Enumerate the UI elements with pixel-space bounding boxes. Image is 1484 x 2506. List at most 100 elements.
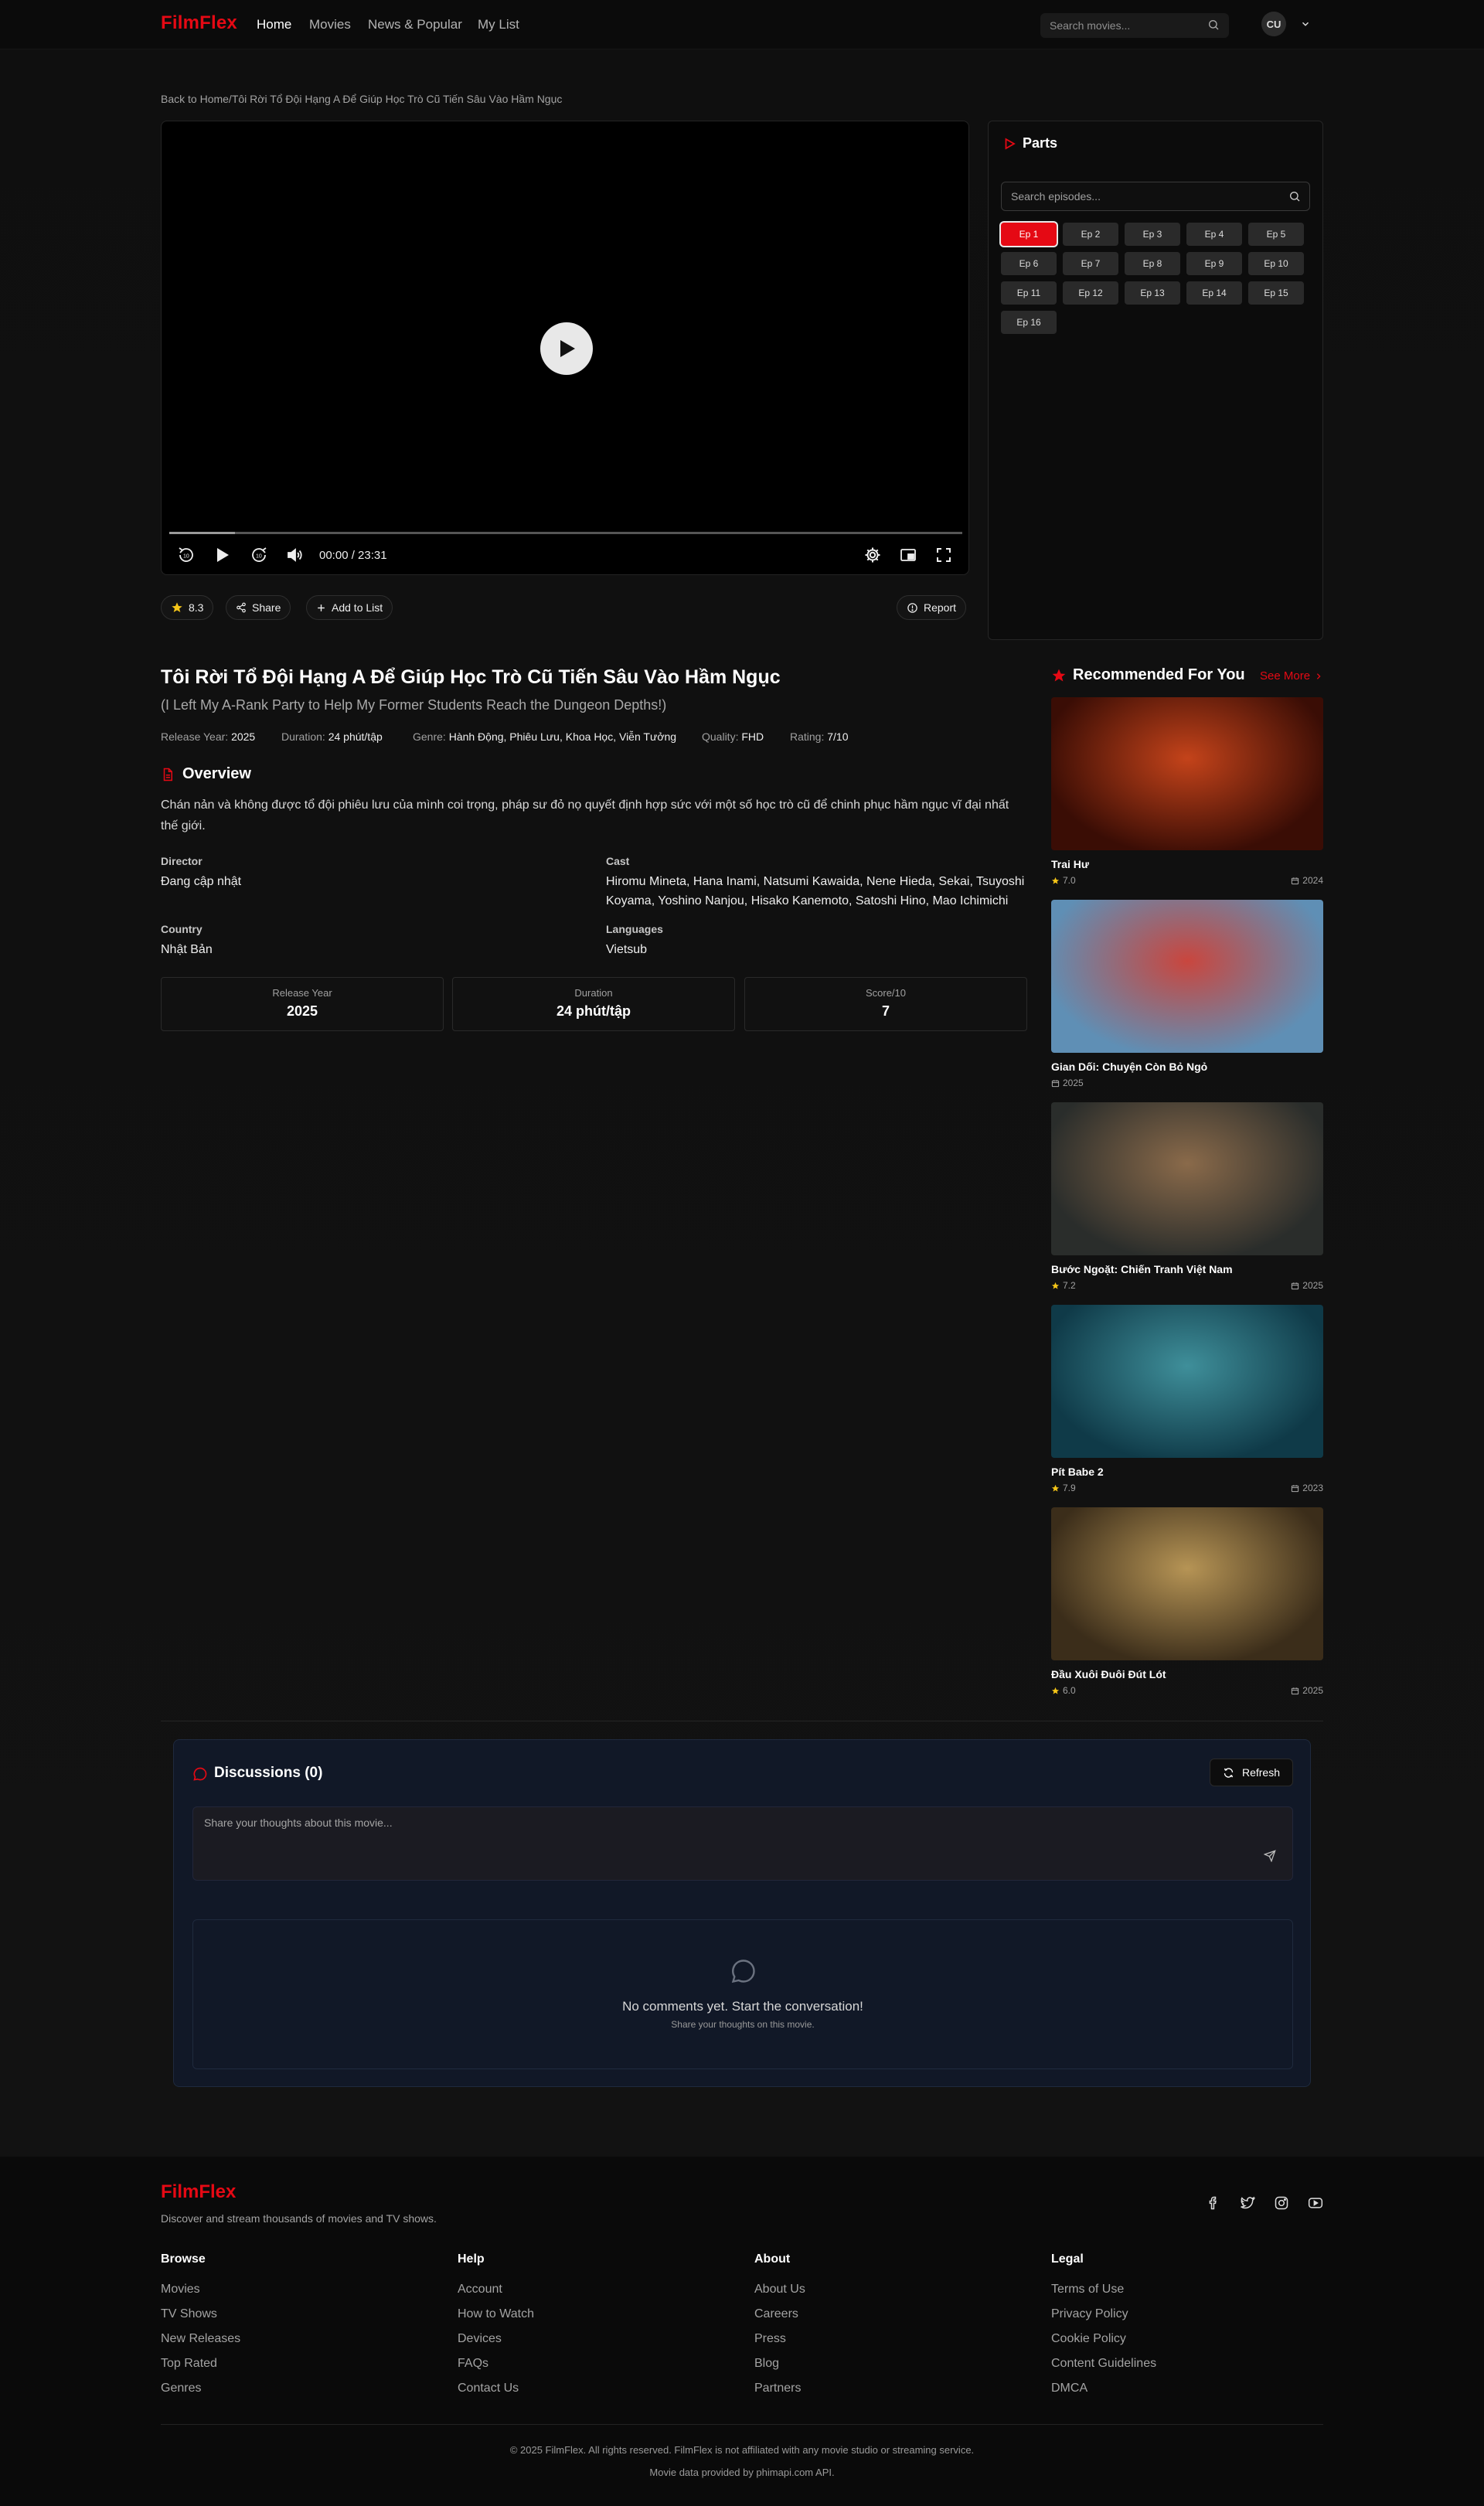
episode-button[interactable]: Ep 6: [1001, 252, 1057, 275]
footer-link[interactable]: TV Shows: [161, 2307, 217, 2321]
recommended-card[interactable]: Trai Hư 7.0 2024: [1051, 697, 1323, 886]
episode-button[interactable]: Ep 7: [1063, 252, 1118, 275]
instagram-icon[interactable]: [1274, 2195, 1289, 2211]
episode-button[interactable]: Ep 2: [1063, 223, 1118, 246]
volume-icon[interactable]: [285, 546, 304, 564]
empty-state-subtitle: Share your thoughts on this movie.: [671, 2019, 815, 2030]
copyright: © 2025 FilmFlex. All rights reserved. Fi…: [509, 2444, 975, 2456]
footer-heading: Legal: [1051, 2252, 1084, 2266]
footer-link[interactable]: Terms of Use: [1051, 2283, 1124, 2297]
nav-movies[interactable]: Movies: [309, 17, 351, 32]
recommended-card[interactable]: Bước Ngoặt: Chiến Tranh Việt Nam 7.2 2025: [1051, 1102, 1323, 1291]
cast-value-line-1: Hiromu Mineta, Hana Inami, Natsumi Kawai…: [606, 875, 1025, 888]
episode-button[interactable]: Ep 11: [1001, 281, 1057, 305]
avatar[interactable]: CU: [1261, 12, 1286, 36]
footer-link[interactable]: How to Watch: [458, 2307, 534, 2321]
picture-in-picture-icon[interactable]: [899, 546, 917, 564]
footer-link[interactable]: Careers: [754, 2307, 798, 2321]
footer-link[interactable]: FAQs: [458, 2357, 488, 2371]
calendar-icon: [1051, 1079, 1060, 1087]
share-button[interactable]: Share: [226, 595, 291, 620]
card-title[interactable]: Bước Ngoặt: Chiến Tranh Việt Nam: [1051, 1263, 1233, 1275]
comment-textarea[interactable]: [192, 1806, 1293, 1881]
footer-link[interactable]: About Us: [754, 2283, 805, 2297]
star-icon: [1052, 669, 1066, 682]
episode-button[interactable]: Ep 16: [1001, 311, 1057, 334]
footer-link[interactable]: Contact Us: [458, 2382, 519, 2395]
poster-thumbnail[interactable]: [1051, 1102, 1323, 1255]
episode-button[interactable]: Ep 4: [1186, 223, 1242, 246]
youtube-icon[interactable]: [1308, 2195, 1323, 2211]
facebook-icon[interactable]: [1206, 2195, 1221, 2211]
alert-circle-icon: [907, 602, 917, 613]
chevron-down-icon[interactable]: [1300, 19, 1311, 29]
video-player[interactable]: 10 10 00:00 / 23:31: [161, 121, 969, 575]
footer-link[interactable]: Genres: [161, 2382, 201, 2395]
card-title[interactable]: Đầu Xuôi Đuôi Đút Lót: [1051, 1668, 1166, 1680]
logo[interactable]: FilmFlex: [161, 12, 237, 34]
forward-10-icon[interactable]: 10: [250, 546, 268, 564]
card-title[interactable]: Trai Hư: [1051, 858, 1089, 870]
rewind-10-icon[interactable]: 10: [177, 546, 196, 564]
episode-button[interactable]: Ep 12: [1063, 281, 1118, 305]
episode-button[interactable]: Ep 13: [1125, 281, 1180, 305]
episode-button[interactable]: Ep 15: [1248, 281, 1304, 305]
footer-link[interactable]: Devices: [458, 2332, 502, 2346]
footer-link[interactable]: DMCA: [1051, 2382, 1087, 2395]
twitter-icon[interactable]: [1240, 2195, 1255, 2211]
recommended-card[interactable]: Đầu Xuôi Đuôi Đút Lót 6.0 2025: [1051, 1507, 1323, 1696]
star-icon: [1051, 1282, 1060, 1289]
recommended-card[interactable]: Pít Babe 2 7.9 2023: [1051, 1305, 1323, 1493]
footer-link[interactable]: Blog: [754, 2357, 779, 2371]
search-input[interactable]: [1040, 13, 1229, 38]
episode-button[interactable]: Ep 5: [1248, 223, 1304, 246]
settings-gear-icon[interactable]: [863, 546, 882, 564]
refresh-button[interactable]: Refresh: [1210, 1759, 1293, 1786]
footer-link[interactable]: Movies: [161, 2283, 200, 2297]
add-to-list-button[interactable]: Add to List: [306, 595, 393, 620]
poster-thumbnail[interactable]: [1051, 1507, 1323, 1660]
footer-link[interactable]: Privacy Policy: [1051, 2307, 1128, 2321]
add-to-list-label: Add to List: [332, 601, 383, 614]
languages-value: Vietsub: [606, 943, 648, 956]
footer-link[interactable]: Account: [458, 2283, 502, 2297]
search-icon[interactable]: [1288, 190, 1301, 203]
episode-button[interactable]: Ep 8: [1125, 252, 1180, 275]
nav-home[interactable]: Home: [257, 17, 291, 32]
nav-news-popular[interactable]: News & Popular: [368, 17, 462, 32]
episode-search-input[interactable]: [1001, 182, 1310, 211]
rating-badge[interactable]: 8.3: [161, 595, 214, 620]
episode-button[interactable]: Ep 10: [1248, 252, 1304, 275]
footer-link[interactable]: New Releases: [161, 2332, 240, 2346]
poster-thumbnail[interactable]: [1051, 1305, 1323, 1458]
poster-thumbnail[interactable]: [1051, 697, 1323, 850]
card-title[interactable]: Pít Babe 2: [1051, 1466, 1104, 1478]
search-icon[interactable]: [1207, 19, 1220, 31]
footer-link[interactable]: Press: [754, 2332, 786, 2346]
progress-bar[interactable]: [169, 532, 962, 534]
chat-bubble-icon: [731, 1960, 755, 1983]
card-score: 6.0: [1051, 1685, 1076, 1696]
fullscreen-icon[interactable]: [934, 546, 953, 564]
send-icon[interactable]: [1264, 1850, 1276, 1862]
play-icon[interactable]: [214, 546, 231, 564]
episode-button[interactable]: Ep 14: [1186, 281, 1242, 305]
recommended-card[interactable]: Gian Dối: Chuyện Còn Bỏ Ngỏ 2025: [1051, 900, 1323, 1088]
footer-link[interactable]: Partners: [754, 2382, 801, 2395]
nav-my-list[interactable]: My List: [478, 17, 519, 32]
poster-thumbnail[interactable]: [1051, 900, 1323, 1053]
see-more-link[interactable]: See More: [1260, 669, 1322, 683]
episode-button[interactable]: Ep 3: [1125, 223, 1180, 246]
episode-button[interactable]: Ep 9: [1186, 252, 1242, 275]
breadcrumb[interactable]: Back to Home/Tôi Rời Tổ Đội Hạng A Để Gi…: [161, 93, 562, 105]
report-button[interactable]: Report: [897, 595, 967, 620]
footer-logo[interactable]: FilmFlex: [161, 2181, 236, 2203]
stat-label: Release Year: [272, 987, 332, 999]
episode-button[interactable]: Ep 1: [1001, 223, 1057, 246]
footer-link[interactable]: Cookie Policy: [1051, 2332, 1126, 2346]
parts-panel: Parts Ep 1Ep 2Ep 3Ep 4Ep 5Ep 6Ep 7Ep 8Ep…: [988, 121, 1323, 640]
play-button[interactable]: [540, 322, 593, 375]
footer-link[interactable]: Top Rated: [161, 2357, 217, 2371]
footer-link[interactable]: Content Guidelines: [1051, 2357, 1156, 2371]
card-title[interactable]: Gian Dối: Chuyện Còn Bỏ Ngỏ: [1051, 1061, 1207, 1073]
